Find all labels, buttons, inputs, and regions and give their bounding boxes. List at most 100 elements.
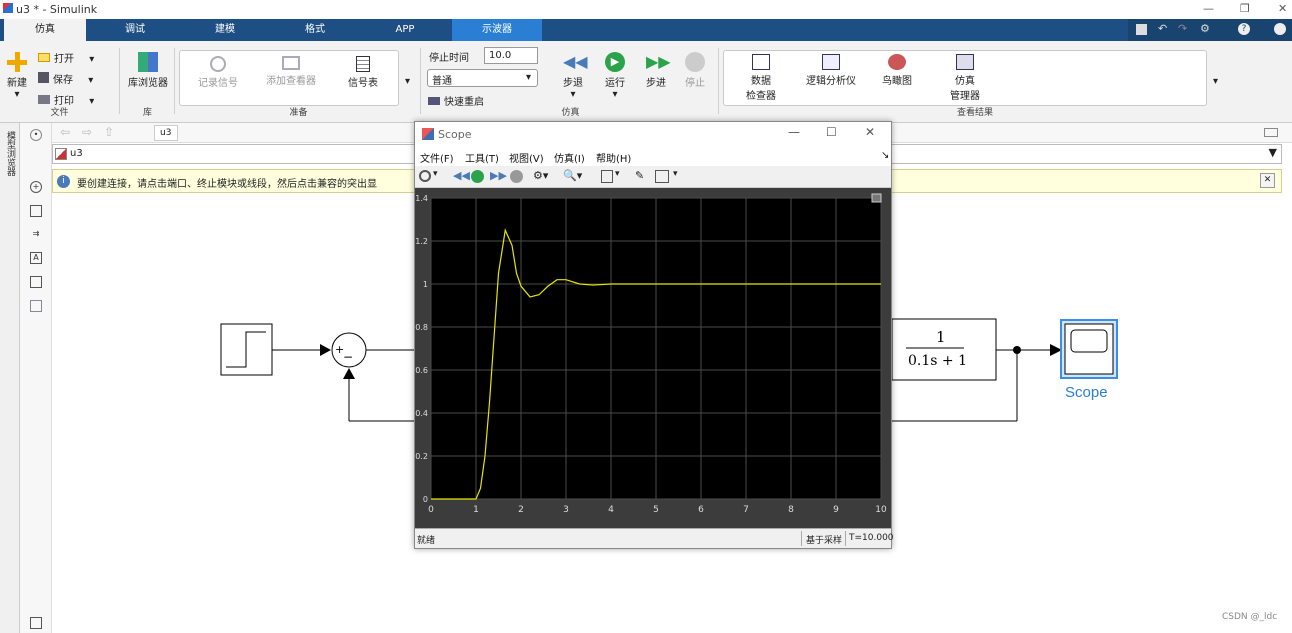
review-expand-button[interactable]: ▾ xyxy=(1213,76,1218,87)
save-quick-icon[interactable] xyxy=(1136,24,1147,35)
back-icon[interactable]: ⇦ xyxy=(60,125,70,139)
save-button[interactable]: 保存 ▾ xyxy=(38,71,93,86)
tab-simulation[interactable]: 仿真 xyxy=(4,19,86,41)
redo-icon[interactable]: ↷ xyxy=(1178,22,1187,35)
open-button[interactable]: 打开 ▾ xyxy=(38,50,94,65)
tab-scope[interactable]: 示波器 xyxy=(452,19,542,41)
review-group: 数据 检查器 逻辑分析仪 鸟瞰图 仿真 管理器 ▾ 查看结果 xyxy=(721,48,1229,118)
log-signals-button[interactable]: 记录信号 xyxy=(193,56,243,89)
sim-manager-button[interactable]: 仿真 管理器 xyxy=(943,54,987,102)
menu-view[interactable]: 视图(V) xyxy=(509,150,544,165)
ribbon-tab-bar: 仿真 调试 建模 格式 APP 示波器 ↶ ↷ ⚙ ? xyxy=(0,19,1292,41)
panel-toggle-icon[interactable] xyxy=(1264,128,1278,137)
y-tick-label: 1.4 xyxy=(415,194,428,203)
run-icon: ▶ xyxy=(605,52,625,72)
x-tick-label: 4 xyxy=(608,505,614,515)
model-browser-strip[interactable]: 模型浏览器 xyxy=(0,123,20,633)
scope-block-label: Scope xyxy=(1065,384,1108,401)
review-group-label: 查看结果 xyxy=(956,108,993,118)
annotation-icon[interactable]: A xyxy=(30,252,42,264)
new-button[interactable]: 新建 ▾ xyxy=(4,52,30,100)
ribbon: 新建 ▾ 打开 ▾ 保存 ▾ 打印 ▾ 文件 库浏览器 库 记录信号 添加查看器 … xyxy=(0,41,1292,123)
simulate-group: 停止时间 10.0 普通 ▾ 快速重启 ◀◀ 步退 ▾ ▶ 运行 ▾ ▶▶ 步进 停止… xyxy=(423,47,719,118)
logic-analyzer-button[interactable]: 逻辑分析仪 xyxy=(801,54,861,87)
tab-modeling[interactable]: 建模 xyxy=(185,19,265,41)
scope-minimize-button[interactable]: — xyxy=(788,125,800,139)
y-tick-label: 0 xyxy=(423,495,428,504)
x-tick-label: 9 xyxy=(833,505,839,515)
scope-maximize-button[interactable]: ☐ xyxy=(826,125,837,139)
data-inspector-icon xyxy=(752,54,770,70)
step-forward-button[interactable]: ▶▶ 步进 xyxy=(641,52,671,89)
run-scope-icon[interactable] xyxy=(471,170,484,183)
settings-dropdown-icon[interactable]: ▾ xyxy=(433,169,438,179)
measure-icon[interactable] xyxy=(655,170,669,183)
new-label: 新建 xyxy=(7,78,27,89)
arrow-head xyxy=(320,344,331,356)
minimize-button[interactable]: — xyxy=(1203,2,1214,15)
zoom-scope-icon[interactable]: 🔍▾ xyxy=(563,169,582,182)
stop-scope-icon[interactable] xyxy=(510,170,523,183)
signal-table-button[interactable]: 信号表 xyxy=(339,56,387,89)
forward-icon[interactable]: ⇨ xyxy=(82,125,92,139)
scope-plot-area[interactable]: 0 1 2 3 4 5 6 7 8 9 10 0 0.2 0.4 0.6 0.8 1 1.2 1.4 xyxy=(415,188,891,528)
path-dropdown-icon[interactable]: ▼ xyxy=(1269,146,1277,159)
data-inspector-button[interactable]: 数据 检查器 xyxy=(739,54,783,102)
up-icon[interactable]: ⇧ xyxy=(104,125,114,139)
library-browser-button[interactable]: 库浏览器 xyxy=(127,52,169,89)
tab-debug[interactable]: 调试 xyxy=(95,19,175,41)
logic-analyzer-icon xyxy=(822,54,840,70)
fit-to-view-icon[interactable] xyxy=(30,205,42,217)
menu-tools[interactable]: 工具(T) xyxy=(465,150,499,165)
tab-format[interactable]: 格式 xyxy=(275,19,355,41)
area-icon[interactable] xyxy=(30,300,42,312)
tab-apps[interactable]: APP xyxy=(365,19,445,41)
arrows-icon[interactable]: ⇉ xyxy=(30,229,42,241)
status-time: T=10.000 xyxy=(845,531,897,546)
autoscale-icon[interactable] xyxy=(601,170,613,183)
undo-icon[interactable]: ↶ xyxy=(1158,22,1167,35)
zoom-icon[interactable]: + xyxy=(30,181,42,193)
scope-title-bar: Scope — ☐ ✕ xyxy=(415,122,891,146)
measure-dropdown-icon[interactable]: ▾ xyxy=(673,169,678,179)
simulink-logo-icon xyxy=(3,3,13,13)
matlab-icon xyxy=(422,128,434,140)
options-icon[interactable] xyxy=(1274,23,1286,35)
prepare-group-label: 准备 xyxy=(289,108,308,118)
breadcrumb-tab[interactable]: u3 xyxy=(154,125,178,141)
help-icon[interactable]: ? xyxy=(1238,23,1250,35)
step-forward-icon: ▶▶ xyxy=(646,52,671,71)
sim-mode-select[interactable]: 普通 ▾ xyxy=(427,69,538,87)
info-icon: i xyxy=(57,175,70,188)
customize-icon[interactable]: ⚙ xyxy=(1200,22,1210,35)
menu-dock-icon[interactable]: ↘ xyxy=(881,150,889,161)
stop-button[interactable]: 停止 xyxy=(680,52,710,89)
stop-time-input[interactable]: 10.0 xyxy=(484,47,538,64)
model-browser-label: 模型浏览器 xyxy=(5,131,15,176)
menu-help[interactable]: 帮助(H) xyxy=(596,150,631,165)
x-tick-label: 7 xyxy=(743,505,749,515)
image-icon[interactable] xyxy=(30,276,42,288)
step-back-scope-icon[interactable]: ◀◀ xyxy=(453,169,470,182)
autoscale-dropdown-icon[interactable]: ▾ xyxy=(615,169,620,179)
close-button[interactable]: ✕ xyxy=(1278,2,1287,15)
cursor-icon[interactable]: ✎ xyxy=(635,169,644,182)
birdseye-button[interactable]: 鸟瞰图 xyxy=(877,54,917,87)
settings-icon[interactable] xyxy=(419,170,431,182)
screenshot-icon[interactable] xyxy=(30,617,42,629)
hint-close-button[interactable]: ✕ xyxy=(1260,173,1275,188)
scope-close-button[interactable]: ✕ xyxy=(865,125,875,139)
prepare-expand-button[interactable]: ▾ xyxy=(405,76,410,87)
step-forward-scope-icon[interactable]: ▶▶ xyxy=(490,169,507,182)
add-viewer-button[interactable]: 添加查看器 xyxy=(261,56,321,87)
step-back-button[interactable]: ◀◀ 步退 ▾ xyxy=(558,52,588,100)
restore-button[interactable]: ❐ xyxy=(1240,2,1250,15)
highlight-icon[interactable]: ⚙▾ xyxy=(533,169,548,182)
menu-file[interactable]: 文件(F) xyxy=(420,150,454,165)
y-tick-label: 0.2 xyxy=(415,452,428,461)
hide-browser-icon[interactable]: • xyxy=(30,129,42,141)
run-button[interactable]: ▶ 运行 ▾ xyxy=(600,52,630,100)
prepare-group: 记录信号 添加查看器 信号表 ▾ 准备 xyxy=(177,48,421,118)
menu-simulation[interactable]: 仿真(I) xyxy=(554,150,585,165)
y-tick-label: 1.2 xyxy=(415,237,428,246)
